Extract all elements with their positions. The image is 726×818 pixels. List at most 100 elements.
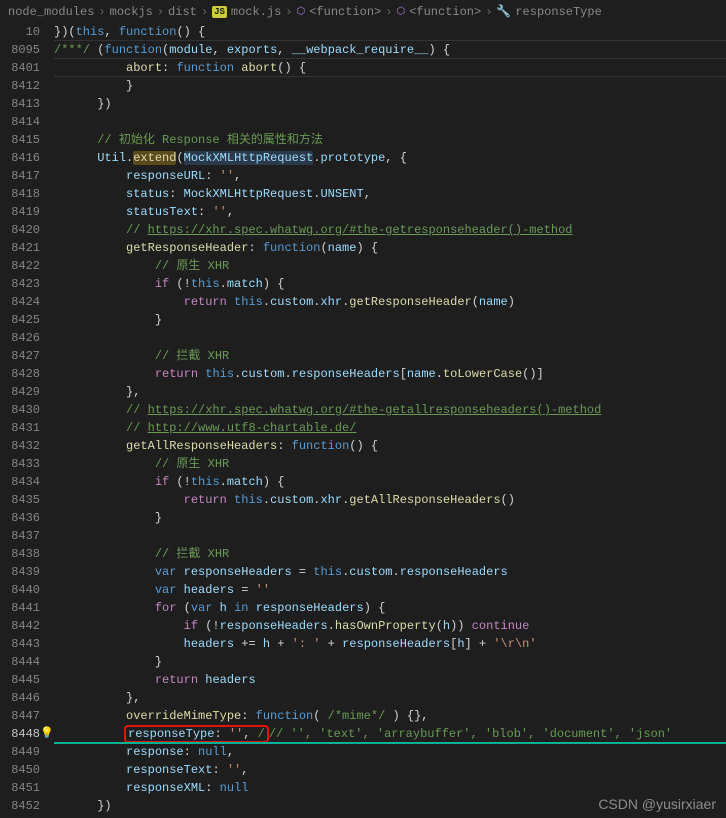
- code-line[interactable]: responseText: '',: [54, 761, 726, 779]
- line-number: 8451: [4, 779, 40, 797]
- chevron-right-icon: ›: [285, 5, 292, 19]
- code-line[interactable]: /***/ (function(module, exports, __webpa…: [54, 41, 726, 59]
- code-line[interactable]: status: MockXMLHttpRequest.UNSENT,: [54, 185, 726, 203]
- code-line[interactable]: [54, 329, 726, 347]
- code-line[interactable]: }: [54, 653, 726, 671]
- line-number: 8424: [4, 293, 40, 311]
- code-line[interactable]: var responseHeaders = this.custom.respon…: [54, 563, 726, 581]
- line-number: 8450: [4, 761, 40, 779]
- line-number: 8452: [4, 797, 40, 815]
- code-line[interactable]: }: [54, 77, 726, 95]
- line-number: 8435: [4, 491, 40, 509]
- function-icon: ⬡: [297, 6, 306, 18]
- code-line[interactable]: var headers = '': [54, 581, 726, 599]
- breadcrumb-item[interactable]: node_modules: [8, 5, 94, 19]
- code-line[interactable]: // http://www.utf8-chartable.de/: [54, 419, 726, 437]
- line-numbers-gutter: 10 8095 8401 8412 8413 8414 8415 8416 84…: [0, 23, 54, 815]
- line-number: 8431: [4, 419, 40, 437]
- line-number: 8425: [4, 311, 40, 329]
- code-line[interactable]: return this.custom.responseHeaders[name.…: [54, 365, 726, 383]
- code-line[interactable]: getResponseHeader: function(name) {: [54, 239, 726, 257]
- code-area[interactable]: })(this, function() { /***/ (function(mo…: [54, 23, 726, 815]
- code-line[interactable]: },: [54, 383, 726, 401]
- line-number-active: 8448: [4, 725, 40, 743]
- code-line[interactable]: if (!this.match) {: [54, 275, 726, 293]
- code-line[interactable]: if (!this.match) {: [54, 473, 726, 491]
- line-number: 8434: [4, 473, 40, 491]
- code-line[interactable]: headers += h + ': ' + responseHeaders[h]…: [54, 635, 726, 653]
- line-number: 8095: [4, 41, 40, 59]
- function-icon: ⬡: [396, 6, 405, 18]
- code-line[interactable]: }: [54, 509, 726, 527]
- code-line-active[interactable]: 💡 responseType: '', /// '', 'text', 'arr…: [54, 725, 726, 743]
- line-number: 8418: [4, 185, 40, 203]
- line-number: 8432: [4, 437, 40, 455]
- line-number: 8427: [4, 347, 40, 365]
- line-number: 8421: [4, 239, 40, 257]
- line-number: 8401: [4, 59, 40, 77]
- code-line[interactable]: [54, 113, 726, 131]
- code-line[interactable]: // 初始化 Response 相关的属性和方法: [54, 131, 726, 149]
- code-line[interactable]: responseXML: null: [54, 779, 726, 797]
- code-line[interactable]: Util.extend(MockXMLHttpRequest.prototype…: [54, 149, 726, 167]
- breadcrumbs[interactable]: node_modules › mockjs › dist › JS mock.j…: [0, 0, 726, 23]
- line-number: 8419: [4, 203, 40, 221]
- line-number: 8437: [4, 527, 40, 545]
- line-number: 8440: [4, 581, 40, 599]
- code-line[interactable]: },: [54, 689, 726, 707]
- line-number: 8412: [4, 77, 40, 95]
- code-line[interactable]: }: [54, 311, 726, 329]
- line-number: 8414: [4, 113, 40, 131]
- line-number: 8439: [4, 563, 40, 581]
- line-number: 8433: [4, 455, 40, 473]
- line-number: 8447: [4, 707, 40, 725]
- line-number: 8444: [4, 653, 40, 671]
- code-line[interactable]: })(this, function() {: [54, 23, 726, 41]
- line-number: 8441: [4, 599, 40, 617]
- js-file-icon: JS: [212, 6, 227, 18]
- code-line[interactable]: // 拦截 XHR: [54, 545, 726, 563]
- line-number: 10: [4, 23, 40, 41]
- breadcrumb-item[interactable]: mock.js: [231, 5, 281, 19]
- line-number: 8417: [4, 167, 40, 185]
- breadcrumb-item[interactable]: <function>: [309, 5, 381, 19]
- code-line[interactable]: // https://xhr.spec.whatwg.org/#the-geta…: [54, 401, 726, 419]
- highlight-box: responseType: '', /: [124, 725, 269, 743]
- code-line[interactable]: return headers: [54, 671, 726, 689]
- code-line[interactable]: overrideMimeType: function( /*mime*/ ) {…: [54, 707, 726, 725]
- line-number: 8429: [4, 383, 40, 401]
- code-line[interactable]: abort: function abort() {: [54, 59, 726, 77]
- lightbulb-icon[interactable]: 💡: [40, 725, 54, 743]
- line-number: 8416: [4, 149, 40, 167]
- code-line[interactable]: // 原生 XHR: [54, 257, 726, 275]
- code-line[interactable]: return this.custom.xhr.getAllResponseHea…: [54, 491, 726, 509]
- editor[interactable]: 10 8095 8401 8412 8413 8414 8415 8416 84…: [0, 23, 726, 815]
- code-line[interactable]: }): [54, 95, 726, 113]
- line-number: 8428: [4, 365, 40, 383]
- line-number: 8415: [4, 131, 40, 149]
- code-line[interactable]: [54, 527, 726, 545]
- code-line[interactable]: statusText: '',: [54, 203, 726, 221]
- code-line[interactable]: // 拦截 XHR: [54, 347, 726, 365]
- code-line[interactable]: getAllResponseHeaders: function() {: [54, 437, 726, 455]
- code-line[interactable]: return this.custom.xhr.getResponseHeader…: [54, 293, 726, 311]
- code-line[interactable]: for (var h in responseHeaders) {: [54, 599, 726, 617]
- breadcrumb-item[interactable]: dist: [168, 5, 197, 19]
- line-number: 8436: [4, 509, 40, 527]
- breadcrumb-item[interactable]: <function>: [409, 5, 481, 19]
- code-line[interactable]: response: null,: [54, 743, 726, 761]
- line-number: 8442: [4, 617, 40, 635]
- code-line[interactable]: if (!responseHeaders.hasOwnProperty(h)) …: [54, 617, 726, 635]
- chevron-right-icon: ›: [485, 5, 492, 19]
- chevron-right-icon: ›: [201, 5, 208, 19]
- property-icon: 🔧: [496, 4, 511, 19]
- code-line[interactable]: responseURL: '',: [54, 167, 726, 185]
- line-number: 8446: [4, 689, 40, 707]
- line-number: 8426: [4, 329, 40, 347]
- line-number: 8422: [4, 257, 40, 275]
- code-line[interactable]: // 原生 XHR: [54, 455, 726, 473]
- breadcrumb-item[interactable]: responseType: [515, 5, 601, 19]
- breadcrumb-item[interactable]: mockjs: [110, 5, 153, 19]
- watermark: CSDN @yusirxiaer: [598, 796, 716, 812]
- code-line[interactable]: // https://xhr.spec.whatwg.org/#the-getr…: [54, 221, 726, 239]
